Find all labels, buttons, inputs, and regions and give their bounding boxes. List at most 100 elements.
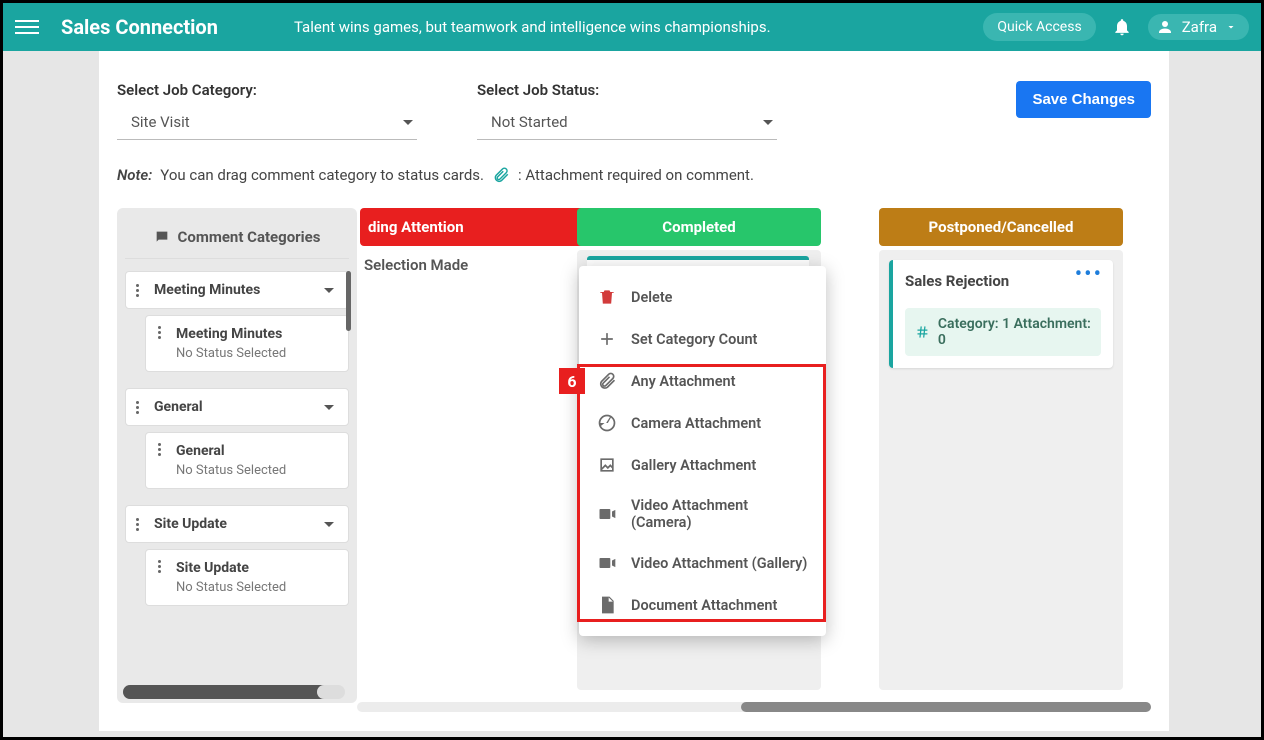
category-sub-item[interactable]: Site Update No Status Selected xyxy=(145,549,349,606)
job-category-label: Select Job Category: xyxy=(117,81,417,99)
ctx-any-label: Any Attachment xyxy=(631,373,736,390)
selectors-row: Select Job Category: Site Visit Select J… xyxy=(117,81,1151,140)
card-badge: Category: 1 Attachment: 0 xyxy=(905,308,1101,356)
job-status-block: Select Job Status: Not Started xyxy=(477,81,777,140)
caret-down-icon[interactable] xyxy=(324,405,334,410)
column-postponed: Postponed/Cancelled Sales Rejection ••• … xyxy=(879,208,1123,690)
ctx-video-camera[interactable]: Video Attachment (Camera) xyxy=(579,486,826,542)
note-row: Note: You can drag comment category to s… xyxy=(117,166,1151,184)
job-status-label: Select Job Status: xyxy=(477,81,777,99)
user-menu[interactable]: Zafra xyxy=(1148,14,1249,40)
ctx-document[interactable]: Document Attachment xyxy=(579,584,826,626)
sub-title: General xyxy=(176,443,286,459)
image-icon xyxy=(597,455,617,475)
bell-icon[interactable] xyxy=(1112,17,1132,37)
category-name: Site Update xyxy=(154,516,316,532)
drag-handle-icon[interactable] xyxy=(136,284,146,297)
ctx-set-count[interactable]: Set Category Count xyxy=(579,318,826,360)
card-badge-text: Category: 1 Attachment: 0 xyxy=(938,316,1091,348)
ctx-set-count-label: Set Category Count xyxy=(631,331,757,348)
context-menu: Delete Set Category Count Any Attachment… xyxy=(579,266,826,636)
categories-scroll[interactable]: Meeting Minutes Meeting Minutes No Statu… xyxy=(125,271,349,606)
sub-status: No Status Selected xyxy=(176,346,286,361)
column-body-postponed[interactable]: Sales Rejection ••• Category: 1 Attachme… xyxy=(879,250,1123,690)
caret-down-icon xyxy=(403,120,413,125)
ctx-gallery-label: Gallery Attachment xyxy=(631,457,756,474)
category-group[interactable]: Meeting Minutes xyxy=(125,271,349,309)
category-name: General xyxy=(154,399,316,415)
user-name: Zafra xyxy=(1182,18,1217,36)
column-header-completed: Completed xyxy=(577,208,821,246)
chevron-down-icon xyxy=(1225,21,1237,33)
sub-title: Meeting Minutes xyxy=(176,326,286,342)
board-scrollbar-thumb[interactable] xyxy=(741,702,1151,712)
card-title: Sales Rejection xyxy=(905,272,1101,290)
category-group[interactable]: Site Update xyxy=(125,505,349,543)
category-group[interactable]: General xyxy=(125,388,349,426)
ctx-document-label: Document Attachment xyxy=(631,597,777,614)
content-area: Select Job Category: Site Visit Select J… xyxy=(3,51,1261,737)
plus-icon xyxy=(597,329,617,349)
category-sub-item[interactable]: Meeting Minutes No Status Selected xyxy=(145,315,349,372)
job-category-select[interactable]: Site Visit xyxy=(117,107,417,140)
paperclip-icon xyxy=(597,371,617,391)
category-name: Meeting Minutes xyxy=(154,282,316,298)
video-icon xyxy=(597,504,617,524)
callout-6: 6 xyxy=(559,368,585,394)
category-sub-item[interactable]: General No Status Selected xyxy=(145,432,349,489)
tagline-text: Talent wins games, but teamwork and inte… xyxy=(294,18,771,36)
document-icon xyxy=(597,595,617,615)
job-category-value: Site Visit xyxy=(131,113,190,131)
ctx-video-gal-label: Video Attachment (Gallery) xyxy=(631,555,807,572)
job-category-block: Select Job Category: Site Visit xyxy=(117,81,417,140)
job-status-value: Not Started xyxy=(491,113,568,131)
top-bar: Sales Connection Talent wins games, but … xyxy=(3,3,1261,51)
card-sales-rejection[interactable]: Sales Rejection ••• Category: 1 Attachme… xyxy=(889,260,1113,368)
content-card: Select Job Category: Site Visit Select J… xyxy=(99,51,1169,731)
trash-icon xyxy=(597,287,617,307)
paperclip-icon xyxy=(492,166,510,184)
ctx-camera-label: Camera Attachment xyxy=(631,415,761,432)
quick-access-button[interactable]: Quick Access xyxy=(983,13,1095,41)
video-icon xyxy=(597,553,617,573)
ctx-video-gallery[interactable]: Video Attachment (Gallery) xyxy=(579,542,826,584)
ctx-delete[interactable]: Delete xyxy=(579,276,826,318)
save-changes-button[interactable]: Save Changes xyxy=(1016,81,1151,118)
note-attach-text: : Attachment required on comment. xyxy=(518,166,754,184)
drag-handle-icon[interactable] xyxy=(158,326,168,361)
comment-categories-header: Comment Categories xyxy=(125,220,349,259)
panel-scrollbar-thumb[interactable] xyxy=(123,685,333,699)
job-status-select[interactable]: Not Started xyxy=(477,107,777,140)
column-header-postponed: Postponed/Cancelled xyxy=(879,208,1123,246)
ctx-camera-attachment[interactable]: Camera Attachment xyxy=(579,402,826,444)
ctx-gallery-attachment[interactable]: Gallery Attachment xyxy=(579,444,826,486)
drag-handle-icon[interactable] xyxy=(136,401,146,414)
sub-status: No Status Selected xyxy=(176,580,286,595)
note-label: Note: xyxy=(117,166,152,184)
hash-icon xyxy=(915,324,930,340)
app-frame: Sales Connection Talent wins games, but … xyxy=(0,0,1264,740)
ctx-delete-label: Delete xyxy=(631,289,673,306)
drag-handle-icon[interactable] xyxy=(158,560,168,595)
caret-down-icon[interactable] xyxy=(324,288,334,293)
avatar-icon xyxy=(1156,18,1174,36)
caret-down-icon xyxy=(763,120,773,125)
ctx-video-cam-label: Video Attachment (Camera) xyxy=(631,497,808,531)
drag-handle-icon[interactable] xyxy=(136,518,146,531)
menu-icon[interactable] xyxy=(15,15,39,39)
sub-status: No Status Selected xyxy=(176,463,286,478)
sub-title: Site Update xyxy=(176,560,286,576)
drag-handle-icon[interactable] xyxy=(158,443,168,478)
ctx-any-attachment[interactable]: Any Attachment xyxy=(579,360,826,402)
brand-title: Sales Connection xyxy=(61,15,218,39)
caret-down-icon[interactable] xyxy=(324,522,334,527)
aperture-icon xyxy=(597,413,617,433)
note-text: You can drag comment category to status … xyxy=(160,166,484,184)
more-icon[interactable]: ••• xyxy=(1075,270,1103,280)
comment-categories-panel: Comment Categories Meeting Minutes M xyxy=(117,208,357,703)
board-area: ding Attention Selection Made Completed … xyxy=(117,208,1151,718)
board-scrollbar-track[interactable] xyxy=(357,702,1151,712)
chat-icon xyxy=(154,229,170,245)
panel-scrollbar-track xyxy=(317,685,345,699)
comment-categories-title: Comment Categories xyxy=(178,228,321,246)
